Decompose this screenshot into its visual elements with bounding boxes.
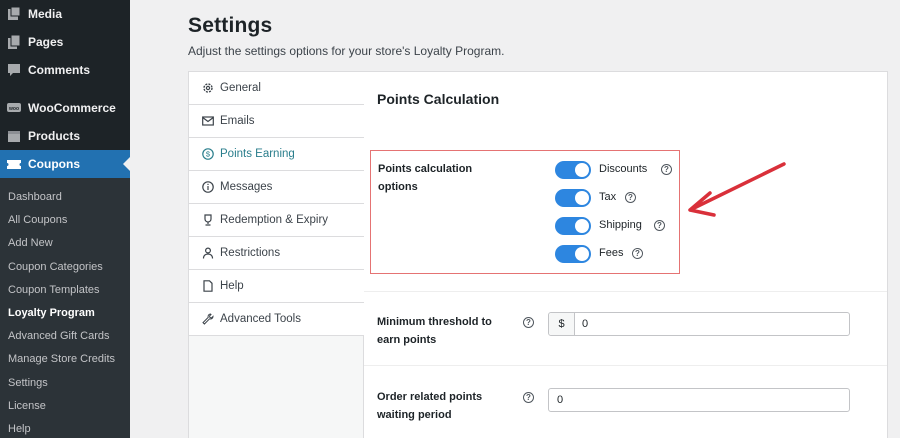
gear-icon xyxy=(203,83,213,93)
tab-redemption-expiry[interactable]: Redemption & Expiry xyxy=(189,204,364,237)
tab-messages[interactable]: Messages xyxy=(189,171,364,204)
submenu-item-dashboard[interactable]: Dashboard xyxy=(8,190,62,204)
annotation-arrow-icon xyxy=(688,162,786,217)
page-subtitle: Adjust the settings options for your sto… xyxy=(188,44,505,58)
menu-label: Comments xyxy=(28,63,91,77)
menu-item-coupons[interactable]: Coupons xyxy=(0,150,131,178)
coupons-submenu: Dashboard All Coupons Add New Coupon Cat… xyxy=(0,178,130,438)
toggle-label-shipping: Shipping xyxy=(599,219,642,231)
products-icon xyxy=(8,131,20,142)
settings-panel: General Emails $ Points Earning Messages… xyxy=(188,71,888,438)
page-title: Settings xyxy=(188,14,273,37)
wrench-icon xyxy=(202,313,214,325)
tab-label: Restrictions xyxy=(220,247,281,259)
menu-label: WooCommerce xyxy=(28,101,116,115)
discounts-toggle[interactable] xyxy=(555,161,591,179)
menu-item-products[interactable]: Products xyxy=(0,122,130,150)
help-icon[interactable]: ? xyxy=(523,392,534,403)
settings-tabs: General Emails $ Points Earning Messages… xyxy=(189,72,364,438)
toggle-label-fees: Fees xyxy=(599,247,624,259)
waiting-period-label: Order related points waiting period xyxy=(377,391,483,421)
tax-toggle[interactable] xyxy=(555,189,591,207)
currency-prefix: $ xyxy=(549,313,575,335)
menu-item-comments[interactable]: Comments xyxy=(0,56,130,84)
envelope-icon xyxy=(202,116,214,126)
menu-item-media[interactable]: Media xyxy=(0,0,130,28)
submenu-item-manage-store-credits[interactable]: Manage Store Credits xyxy=(8,352,115,366)
divider xyxy=(364,291,887,292)
tab-label: Help xyxy=(220,280,244,292)
tab-label: Advanced Tools xyxy=(220,313,301,325)
settings-main: Points Calculation Points calculation op… xyxy=(364,72,887,438)
points-calculation-label: Points calculation options xyxy=(378,163,473,193)
menu-label: Media xyxy=(28,7,63,21)
coupons-icon xyxy=(7,160,21,169)
tab-label: General xyxy=(220,82,261,94)
admin-sidebar: Media Pages Comments woo WooCommerce Pro… xyxy=(0,0,131,438)
submenu-item-all-coupons[interactable]: All Coupons xyxy=(8,213,67,227)
help-icon[interactable]: ? xyxy=(632,248,643,259)
woocommerce-icon: woo xyxy=(7,103,21,112)
submenu-item-coupon-categories[interactable]: Coupon Categories xyxy=(8,260,103,274)
dollar-circle-icon: $ xyxy=(202,148,214,160)
toggle-label-tax: Tax xyxy=(599,191,617,203)
app-window: Media Pages Comments woo WooCommerce Pro… xyxy=(0,0,900,438)
submenu-item-coupon-templates[interactable]: Coupon Templates xyxy=(8,283,100,297)
submenu-item-license[interactable]: License xyxy=(8,399,46,413)
tab-restrictions[interactable]: Restrictions xyxy=(189,237,364,270)
svg-text:$: $ xyxy=(206,150,211,159)
toggle-label-discounts: Discounts xyxy=(599,163,648,175)
help-icon[interactable]: ? xyxy=(523,317,534,328)
threshold-label: Minimum threshold to earn points xyxy=(377,316,492,346)
tab-label: Points Earning xyxy=(220,148,295,160)
comments-icon xyxy=(8,64,20,76)
submenu-item-help[interactable]: Help xyxy=(8,422,31,436)
help-icon[interactable]: ? xyxy=(661,164,672,175)
trophy-icon xyxy=(204,214,212,226)
threshold-input[interactable]: $ 0 xyxy=(548,312,850,336)
svg-text:woo: woo xyxy=(8,106,19,112)
help-icon[interactable]: ? xyxy=(654,220,665,231)
waiting-period-input[interactable]: 0 xyxy=(548,388,850,412)
tab-advanced-tools[interactable]: Advanced Tools xyxy=(189,303,364,336)
menu-label: Pages xyxy=(28,35,64,49)
submenu-item-settings[interactable]: Settings xyxy=(8,376,48,390)
points-calculation-highlight: Points calculation options Discounts ? T… xyxy=(370,150,680,274)
tab-general[interactable]: General xyxy=(189,72,364,105)
fees-toggle[interactable] xyxy=(555,245,591,263)
tab-points-earning[interactable]: $ Points Earning xyxy=(189,138,364,171)
section-title: Points Calculation xyxy=(377,91,500,107)
tab-label: Redemption & Expiry xyxy=(220,214,329,226)
shipping-toggle[interactable] xyxy=(555,217,591,235)
pages-icon xyxy=(8,35,21,49)
menu-label: Products xyxy=(28,129,81,143)
tab-label: Messages xyxy=(220,181,273,193)
tab-emails[interactable]: Emails xyxy=(189,105,364,138)
threshold-value: 0 xyxy=(582,318,589,330)
media-icon xyxy=(8,7,21,20)
help-icon[interactable]: ? xyxy=(625,192,636,203)
waiting-period-value: 0 xyxy=(557,394,564,406)
menu-label: Coupons xyxy=(28,157,80,171)
submenu-item-add-new[interactable]: Add New xyxy=(8,236,53,250)
submenu-item-advanced-gift-cards[interactable]: Advanced Gift Cards xyxy=(8,329,110,343)
doc-icon xyxy=(203,280,213,292)
tab-label: Emails xyxy=(220,115,255,127)
menu-item-woocommerce[interactable]: woo WooCommerce xyxy=(0,94,130,122)
submenu-item-loyalty-program[interactable]: Loyalty Program xyxy=(8,306,95,320)
menu-item-pages[interactable]: Pages xyxy=(0,28,130,56)
user-icon xyxy=(202,247,214,259)
info-circle-icon xyxy=(202,181,214,193)
tab-help[interactable]: Help xyxy=(189,270,364,303)
divider xyxy=(364,365,887,366)
